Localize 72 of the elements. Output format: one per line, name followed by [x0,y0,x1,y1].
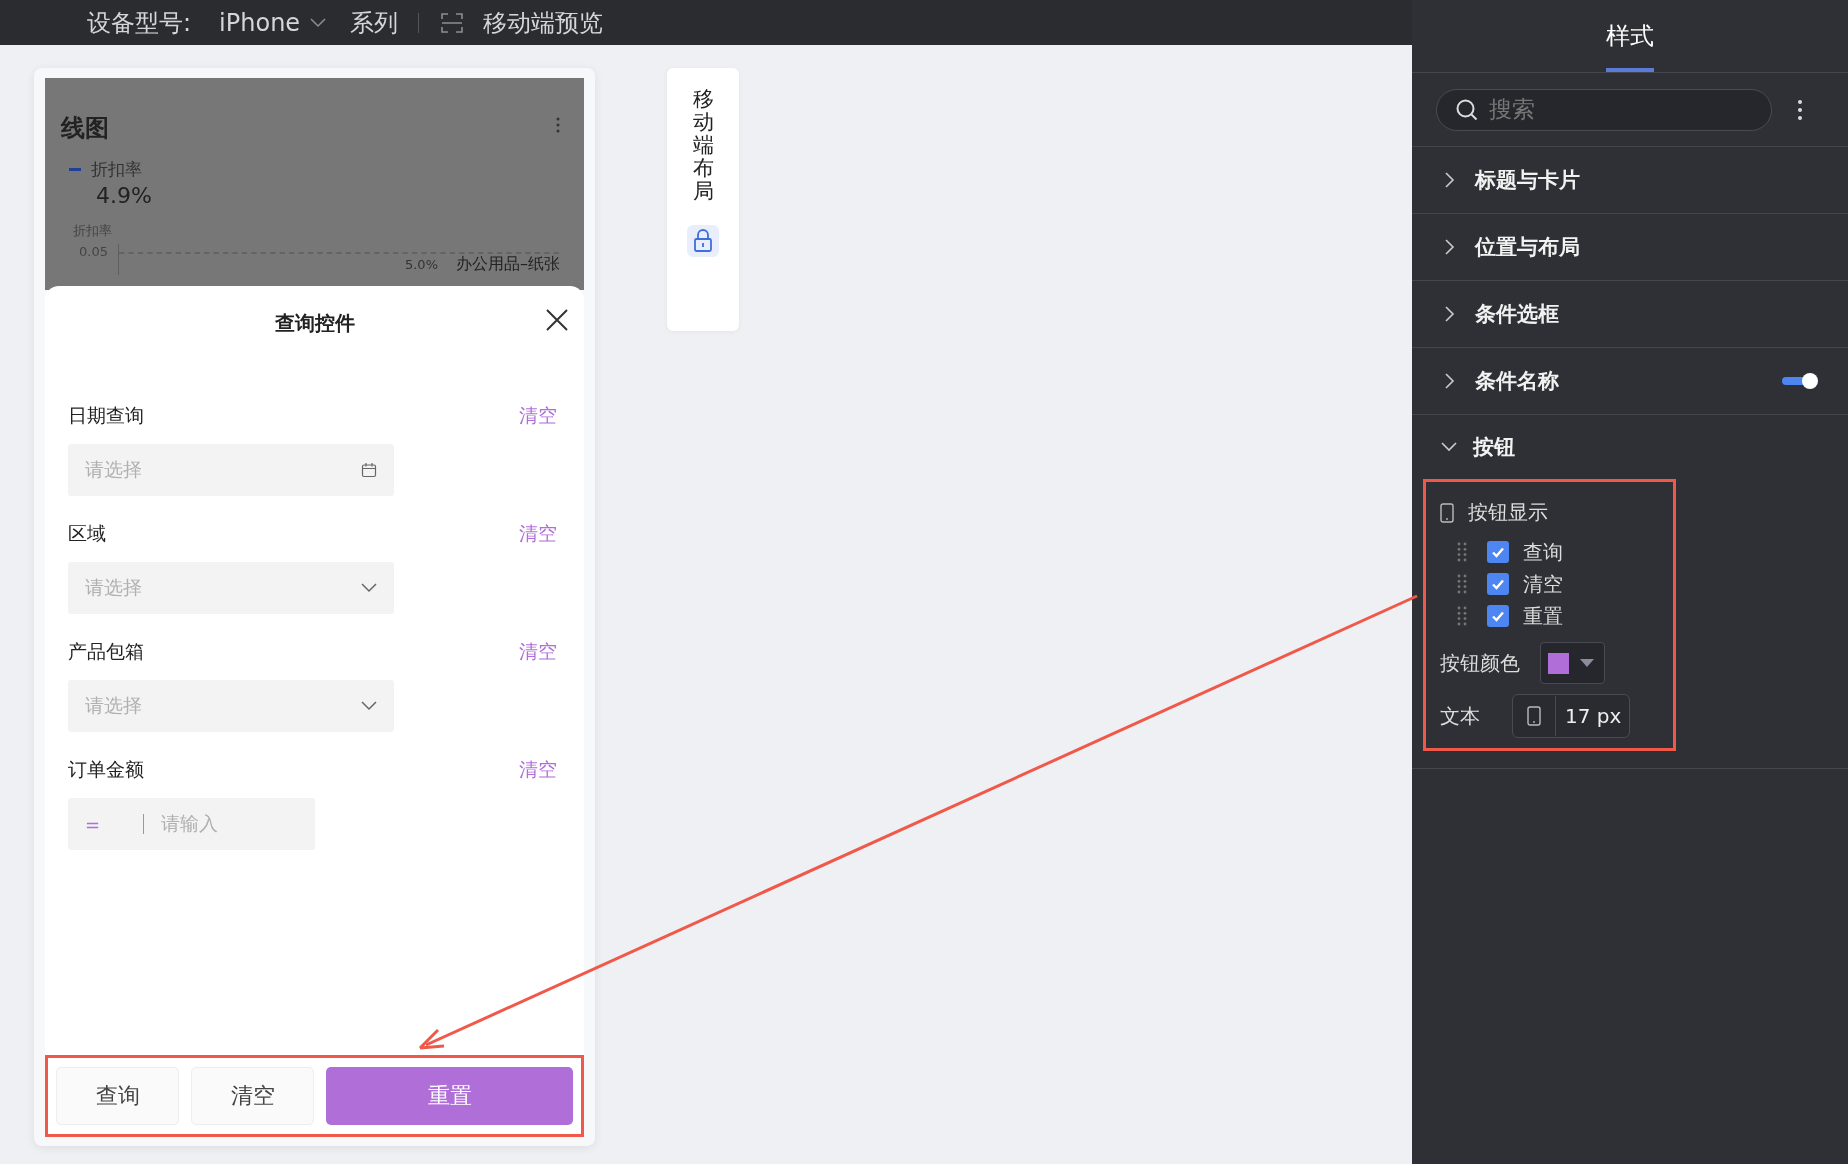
placeholder: 请选择 [85,693,142,718]
data-label: 5.0% [404,257,438,272]
placeholder: 请选择 [85,457,142,482]
section-header[interactable]: 标题与卡片 [1412,147,1848,213]
device-label: 设备型号: [87,7,192,39]
section-header[interactable]: 位置与布局 [1412,214,1848,280]
drag-handle-icon[interactable] [1457,574,1467,594]
close-icon[interactable] [546,309,568,331]
lock-icon[interactable] [687,225,719,258]
series-label[interactable]: 系列 [350,6,399,39]
chevron-down-icon [310,17,327,28]
checkbox[interactable] [1487,605,1509,627]
mobile-layout-tab[interactable]: 移动端布局 [667,68,739,331]
clear-link[interactable]: 清空 [519,403,557,429]
checkbox[interactable] [1487,573,1509,595]
checkbox[interactable] [1487,541,1509,563]
phone-icon [1527,706,1541,726]
chart-title: 线图 [61,113,109,144]
text-size-value: 17 px [1564,704,1623,728]
section-title: 条件选框 [1475,301,1560,328]
query-button[interactable]: 清空 [191,1067,314,1125]
calendar-icon [361,462,377,478]
chevron-right-icon [1445,172,1455,188]
section-header[interactable]: 按钮 [1412,415,1848,479]
checkbox-label: 查询 [1523,538,1563,566]
device-dropdown[interactable]: iPhone [219,8,327,37]
drag-handle-icon[interactable] [1457,542,1467,562]
clear-link[interactable]: 清空 [519,639,557,665]
section-title: 标题与卡片 [1475,167,1581,194]
preview-frame-icon[interactable] [441,12,464,33]
field-label: 日期查询 [68,403,144,428]
caret-icon [1580,659,1594,667]
chevron-right-icon [1445,306,1455,322]
placeholder: 请输入 [161,811,218,836]
text-size-label: 文本 [1440,702,1481,730]
color-picker[interactable] [1540,642,1605,684]
search-icon [1455,97,1479,122]
legend-marker [69,168,81,171]
legend-label: 折扣率 [91,158,142,181]
field-label: 产品包箱 [68,639,144,664]
chart-value: 4.9% [96,183,153,208]
field-label: 订单金额 [68,757,144,782]
query-button[interactable]: 查询 [56,1067,179,1125]
color-label: 按钮颜色 [1440,649,1521,677]
drag-handle-icon[interactable] [1457,606,1467,626]
style-tab[interactable]: 样式 [1606,20,1654,72]
placeholder: 请选择 [85,575,142,600]
more-icon[interactable] [1798,99,1802,120]
section-header[interactable]: 条件名称 [1412,348,1848,414]
sheet-title: 查询控件 [274,310,355,337]
chevron-down-icon [361,583,377,593]
section-title: 位置与布局 [1475,234,1581,261]
phone-icon [1440,502,1454,523]
section-title: 条件名称 [1475,368,1560,395]
text-size-field[interactable]: 17 px [1512,694,1631,738]
category-label: 办公用品–纸张 [456,254,560,275]
checkbox-label: 重置 [1523,602,1563,630]
section-header[interactable]: 条件选框 [1412,281,1848,347]
section-title: 按钮 [1473,434,1516,461]
clear-link[interactable]: 清空 [519,521,557,547]
checkbox-label: 清空 [1523,570,1563,598]
mobile-layout-label: 移动端布局 [692,88,714,204]
chevron-right-icon [1445,373,1455,389]
toggle-switch[interactable] [1782,373,1818,389]
clear-link[interactable]: 清空 [519,757,557,783]
chevron-down-icon [361,701,377,711]
settings-title: 按钮显示 [1468,499,1548,526]
chevron-down-icon [1441,442,1457,452]
chevron-right-icon [1445,239,1455,255]
search-placeholder: 搜索 [1489,95,1535,124]
field-label: 区域 [68,521,106,546]
mobile-preview-link[interactable]: 移动端预览 [483,6,604,39]
